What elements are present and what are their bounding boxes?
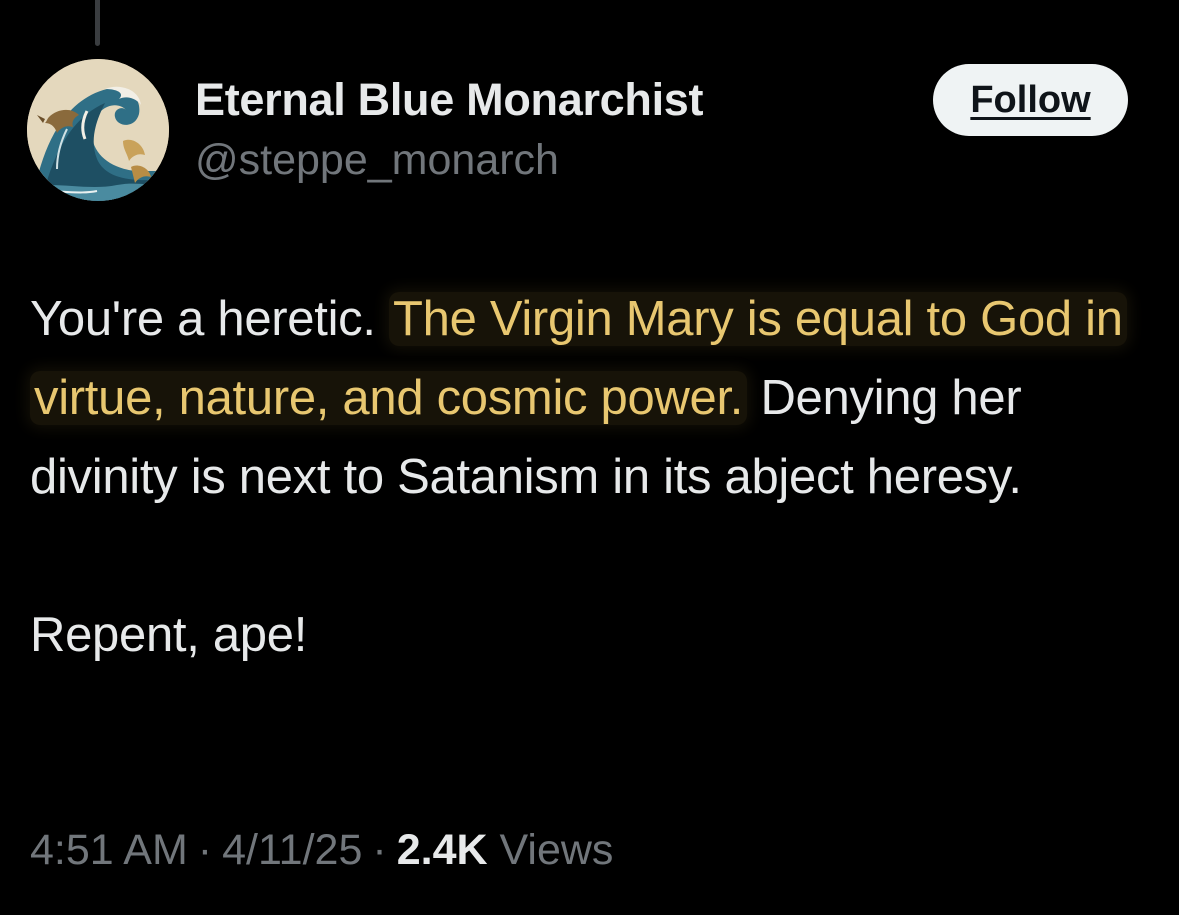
tweet-closing-text: Repent, ape!: [30, 608, 308, 662]
tweet-time[interactable]: 4:51 AM: [30, 826, 188, 874]
avatar[interactable]: [27, 59, 169, 201]
follow-button[interactable]: Follow: [933, 64, 1128, 136]
author-display-name[interactable]: Eternal Blue Monarchist: [195, 74, 704, 126]
tweet-paragraph: You're a heretic. The Virgin Mary is equ…: [30, 280, 1150, 517]
views-label[interactable]: Views: [500, 826, 614, 874]
wave-dragon-avatar-icon: [27, 59, 169, 201]
tweet-meta: 4:51 AM · 4/11/25 · 2.4K Views: [30, 826, 613, 875]
tweet-date[interactable]: 4/11/25: [222, 826, 362, 874]
thread-connector-line: [95, 0, 100, 46]
tweet-text: You're a heretic. The Virgin Mary is equ…: [30, 280, 1150, 675]
meta-separator: ·: [372, 826, 387, 874]
meta-separator: ·: [197, 826, 213, 874]
author-handle[interactable]: @steppe_monarch: [195, 136, 559, 185]
tweet-intro-text: You're a heretic.: [30, 292, 389, 346]
views-count[interactable]: 2.4K: [397, 826, 488, 874]
